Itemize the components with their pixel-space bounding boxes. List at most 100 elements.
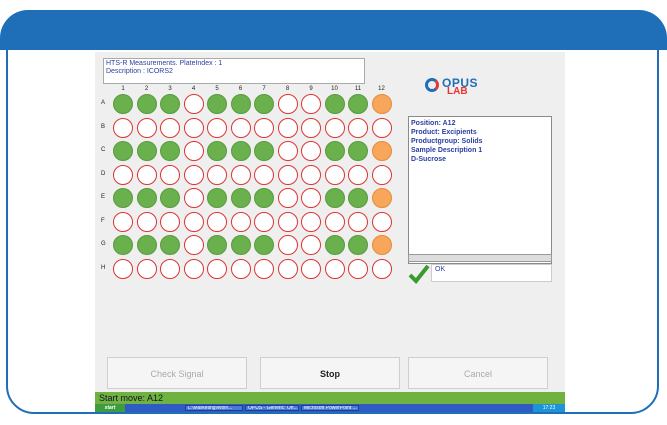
- well-D5[interactable]: [207, 164, 227, 185]
- well-G6[interactable]: [230, 235, 251, 255]
- well-G4[interactable]: [183, 235, 204, 255]
- taskbar-item-explorer[interactable]: L:\Marketing\Wolf\...: [185, 405, 243, 411]
- well-H9[interactable]: [301, 258, 321, 279]
- well-C7[interactable]: [254, 141, 274, 161]
- well-G7[interactable]: [254, 235, 274, 255]
- well-F3[interactable]: [160, 211, 180, 232]
- well-D12[interactable]: [371, 164, 392, 185]
- well-G12[interactable]: [371, 235, 392, 255]
- well-G5[interactable]: [207, 235, 227, 255]
- well-E9[interactable]: [301, 188, 321, 208]
- well-E4[interactable]: [183, 188, 204, 208]
- taskbar-item-opus[interactable]: OPUS - Generic: On...: [245, 405, 299, 411]
- well-E11[interactable]: [348, 188, 368, 208]
- well-A3[interactable]: [160, 94, 180, 114]
- well-A10[interactable]: [324, 94, 345, 114]
- well-B8[interactable]: [277, 117, 298, 138]
- well-A7[interactable]: [254, 94, 274, 114]
- well-H5[interactable]: [207, 258, 227, 279]
- well-B11[interactable]: [348, 117, 368, 138]
- start-button[interactable]: start: [95, 404, 125, 412]
- well-D4[interactable]: [183, 164, 204, 185]
- well-F9[interactable]: [301, 211, 321, 232]
- well-C2[interactable]: [136, 141, 157, 161]
- check-signal-button[interactable]: Check Signal: [107, 357, 247, 389]
- well-E10[interactable]: [324, 188, 345, 208]
- well-H3[interactable]: [160, 258, 180, 279]
- well-C3[interactable]: [160, 141, 180, 161]
- well-D2[interactable]: [136, 164, 157, 185]
- well-A12[interactable]: [371, 94, 392, 114]
- well-F5[interactable]: [207, 211, 227, 232]
- well-D3[interactable]: [160, 164, 180, 185]
- well-C11[interactable]: [348, 141, 368, 161]
- well-H10[interactable]: [324, 258, 345, 279]
- well-B6[interactable]: [230, 117, 251, 138]
- well-B10[interactable]: [324, 117, 345, 138]
- well-F10[interactable]: [324, 211, 345, 232]
- well-A11[interactable]: [348, 94, 368, 114]
- well-C1[interactable]: [113, 141, 133, 161]
- well-E12[interactable]: [371, 188, 392, 208]
- well-C10[interactable]: [324, 141, 345, 161]
- well-F4[interactable]: [183, 211, 204, 232]
- well-D10[interactable]: [324, 164, 345, 185]
- well-F2[interactable]: [136, 211, 157, 232]
- well-A8[interactable]: [277, 94, 298, 114]
- well-B3[interactable]: [160, 117, 180, 138]
- well-A9[interactable]: [301, 94, 321, 114]
- well-H1[interactable]: [113, 258, 133, 279]
- well-C9[interactable]: [301, 141, 321, 161]
- well-G2[interactable]: [136, 235, 157, 255]
- well-B5[interactable]: [207, 117, 227, 138]
- well-G3[interactable]: [160, 235, 180, 255]
- well-H6[interactable]: [230, 258, 251, 279]
- taskbar-item-powerpoint[interactable]: Microsoft PowerPoint ...: [301, 405, 359, 411]
- well-F11[interactable]: [348, 211, 368, 232]
- well-H12[interactable]: [371, 258, 392, 279]
- well-B9[interactable]: [301, 117, 321, 138]
- well-C8[interactable]: [277, 141, 298, 161]
- cancel-button[interactable]: Cancel: [408, 357, 548, 389]
- well-E5[interactable]: [207, 188, 227, 208]
- well-B1[interactable]: [113, 117, 133, 138]
- well-G11[interactable]: [348, 235, 368, 255]
- well-E1[interactable]: [113, 188, 133, 208]
- well-H2[interactable]: [136, 258, 157, 279]
- well-H4[interactable]: [183, 258, 204, 279]
- well-B12[interactable]: [371, 117, 392, 138]
- well-C5[interactable]: [207, 141, 227, 161]
- well-A2[interactable]: [136, 94, 157, 114]
- well-B2[interactable]: [136, 117, 157, 138]
- details-scrollbar[interactable]: [408, 254, 552, 262]
- well-G10[interactable]: [324, 235, 345, 255]
- well-F12[interactable]: [371, 211, 392, 232]
- stop-button[interactable]: Stop: [260, 357, 400, 389]
- well-D9[interactable]: [301, 164, 321, 185]
- well-F8[interactable]: [277, 211, 298, 232]
- well-F7[interactable]: [254, 211, 274, 232]
- well-E7[interactable]: [254, 188, 274, 208]
- well-E3[interactable]: [160, 188, 180, 208]
- well-H8[interactable]: [277, 258, 298, 279]
- well-F6[interactable]: [230, 211, 251, 232]
- well-D7[interactable]: [254, 164, 274, 185]
- well-E6[interactable]: [230, 188, 251, 208]
- well-C6[interactable]: [230, 141, 251, 161]
- well-A4[interactable]: [183, 94, 204, 114]
- well-B4[interactable]: [183, 117, 204, 138]
- well-E2[interactable]: [136, 188, 157, 208]
- well-A6[interactable]: [230, 94, 251, 114]
- well-D6[interactable]: [230, 164, 251, 185]
- well-A1[interactable]: [113, 94, 133, 114]
- well-B7[interactable]: [254, 117, 274, 138]
- well-D8[interactable]: [277, 164, 298, 185]
- well-G8[interactable]: [277, 235, 298, 255]
- well-G9[interactable]: [301, 235, 321, 255]
- well-H7[interactable]: [254, 258, 274, 279]
- well-C12[interactable]: [371, 141, 392, 161]
- well-G1[interactable]: [113, 235, 133, 255]
- well-A5[interactable]: [207, 94, 227, 114]
- well-E8[interactable]: [277, 188, 298, 208]
- well-F1[interactable]: [113, 211, 133, 232]
